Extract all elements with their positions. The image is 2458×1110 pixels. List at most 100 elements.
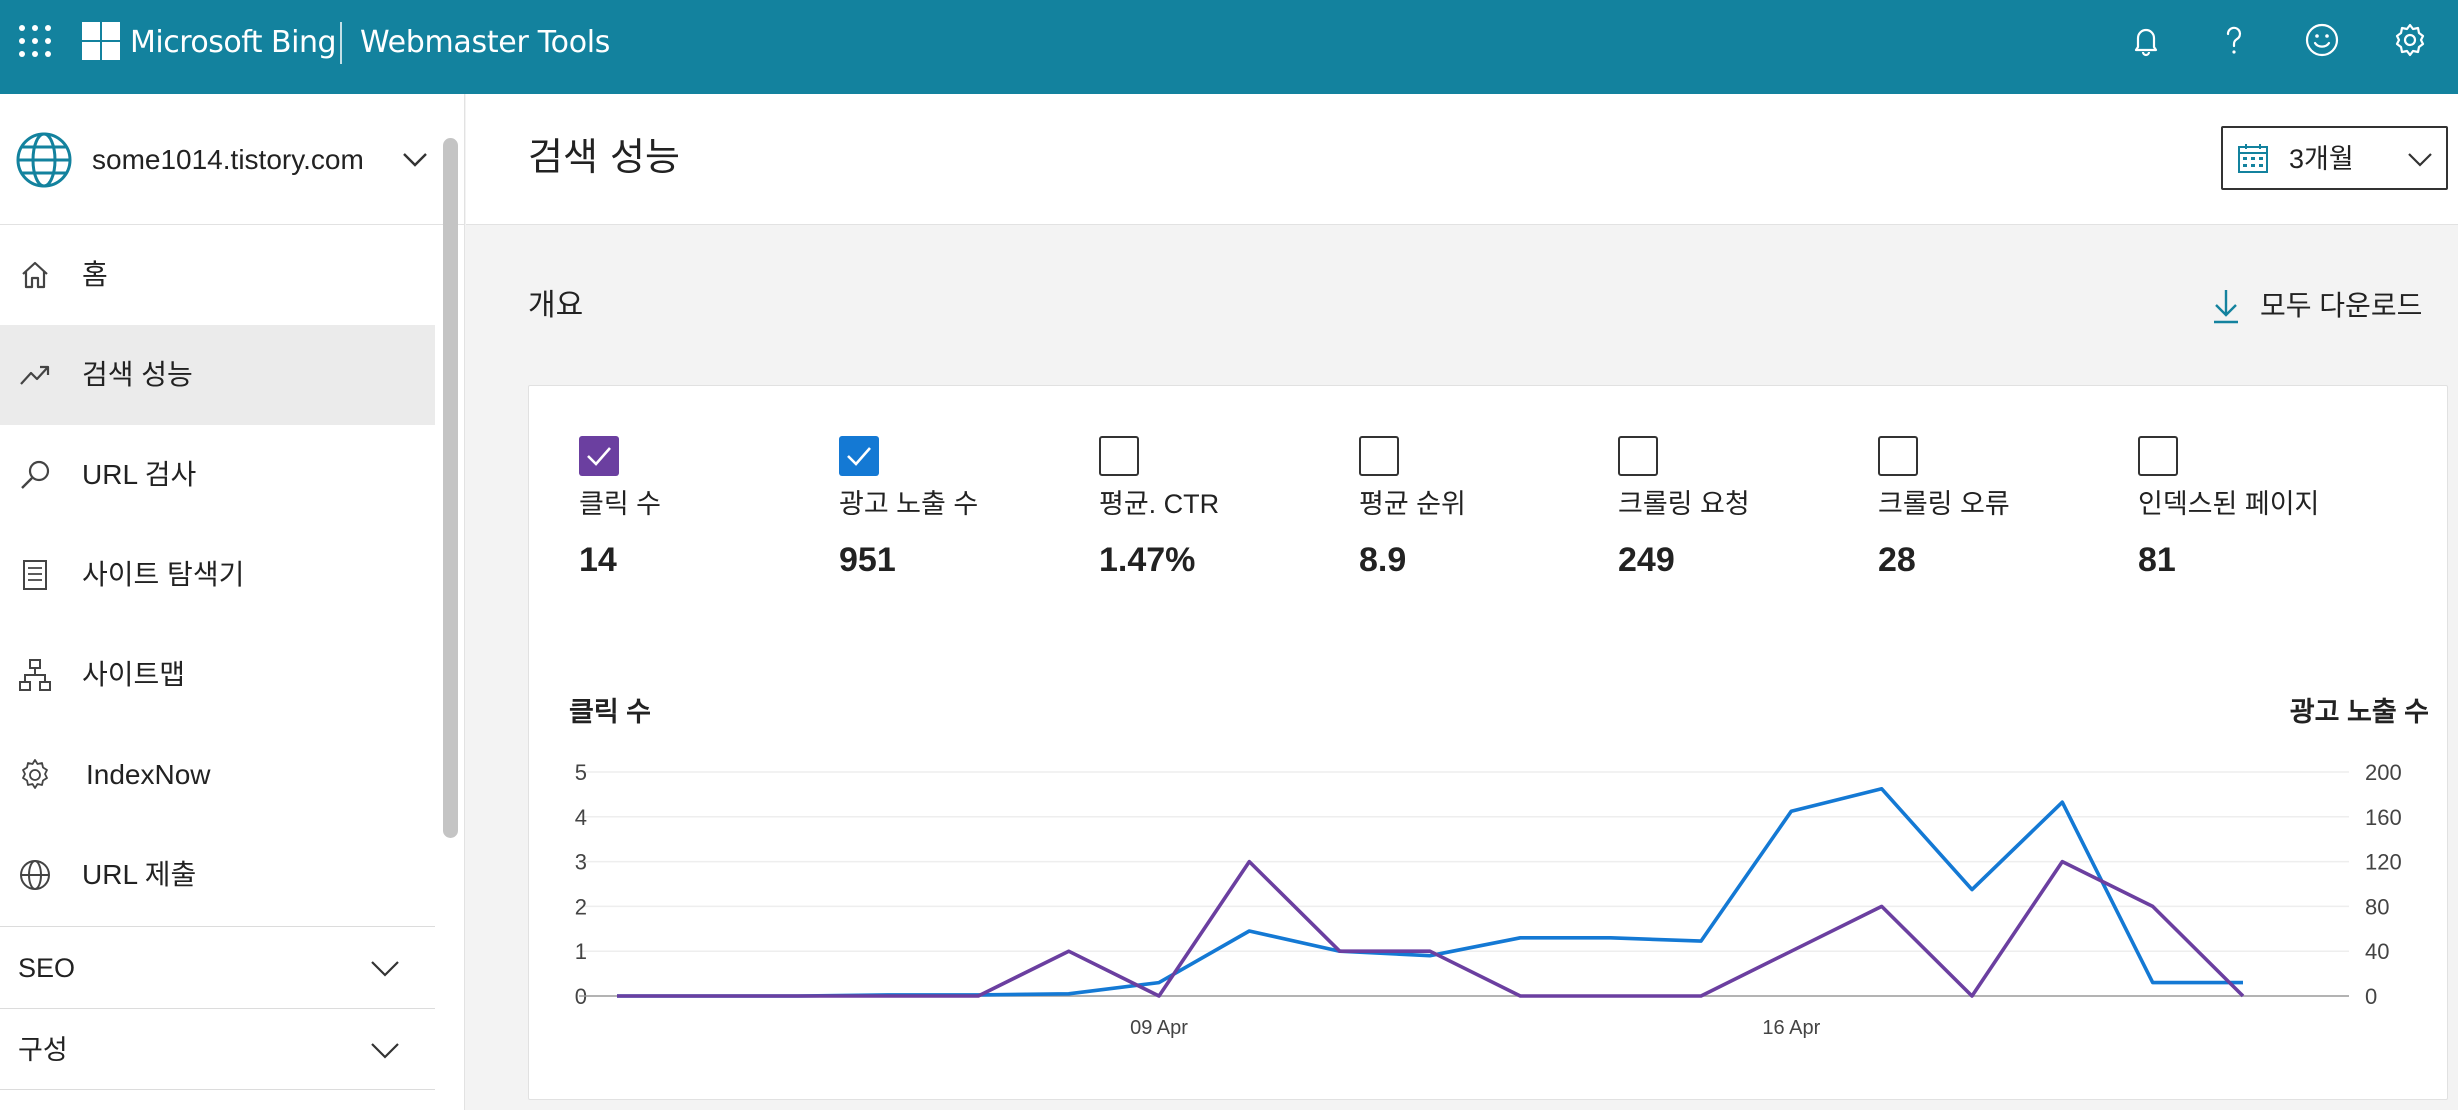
trend-icon bbox=[20, 365, 50, 385]
chart-left-tick-label: 5 bbox=[575, 760, 587, 785]
page-title: 검색 성능 bbox=[528, 135, 680, 179]
top-bar: Microsoft Bing Webmaster Tools bbox=[0, 0, 2458, 94]
sidebar-section-label: SEO bbox=[18, 953, 76, 983]
metric-value: 28 bbox=[1878, 541, 1916, 579]
date-range-dropdown[interactable]: 3개월 bbox=[2221, 126, 2448, 190]
chevron-down-icon bbox=[2408, 153, 2432, 167]
app-launcher-icon[interactable] bbox=[16, 22, 54, 60]
download-all-button[interactable]: 모두 다운로드 bbox=[2210, 284, 2423, 328]
site-picker[interactable]: some1014.tistory.com bbox=[0, 94, 465, 225]
metric-tile[interactable]: 인덱스된 페이지 81 bbox=[2138, 436, 2388, 586]
sidebar-item-label: 홈 bbox=[82, 259, 108, 290]
metric-tile[interactable]: 크롤링 오류 28 bbox=[1878, 436, 2128, 586]
globe-icon bbox=[16, 132, 72, 188]
metric-tile[interactable]: 광고 노출 수 951 bbox=[839, 436, 1089, 586]
metric-value: 8.9 bbox=[1359, 541, 1407, 579]
metric-value: 1.47% bbox=[1099, 541, 1196, 579]
chart-series-line bbox=[617, 786, 2243, 998]
sidebar-item-submit-urls[interactable]: URL 제출 bbox=[0, 825, 435, 925]
sidebar-item-label: URL 제출 bbox=[82, 859, 197, 890]
metric-value: 81 bbox=[2138, 541, 2176, 579]
sidebar-section-seo[interactable]: SEO bbox=[0, 926, 435, 1008]
chart-left-tick-label: 3 bbox=[575, 850, 587, 875]
brand-divider bbox=[340, 22, 342, 64]
checkmark-icon bbox=[587, 447, 611, 466]
metric-checkbox[interactable] bbox=[1099, 436, 1139, 476]
metric-checkbox[interactable] bbox=[1618, 436, 1658, 476]
gear-icon[interactable] bbox=[2390, 20, 2430, 60]
chart-right-tick-label: 160 bbox=[2365, 805, 2402, 830]
sidebar-item-home[interactable]: 홈 bbox=[0, 225, 435, 325]
chart-right-tick-label: 80 bbox=[2365, 894, 2389, 919]
sidebar-item-site-explorer[interactable]: 사이트 탐색기 bbox=[0, 525, 435, 625]
brand-name[interactable]: Microsoft Bing bbox=[130, 24, 337, 62]
sidebar-item-url-inspection[interactable]: URL 검사 bbox=[0, 425, 435, 525]
chart-x-tick-label: 09 Apr bbox=[1130, 1017, 1188, 1039]
sidebar-item-label: 사이트맵 bbox=[82, 659, 186, 690]
bell-icon[interactable] bbox=[2126, 20, 2166, 60]
chart-left-tick-label: 1 bbox=[575, 939, 587, 964]
metric-label: 인덱스된 페이지 bbox=[2138, 489, 2320, 519]
chevron-down-icon[interactable] bbox=[398, 142, 432, 176]
chart-left-tick-label: 4 bbox=[575, 805, 587, 830]
chart-right-tick-label: 120 bbox=[2365, 850, 2402, 875]
sidebar-item-label: 검색 성능 bbox=[82, 359, 193, 390]
feedback-smiley-icon[interactable] bbox=[2302, 20, 2342, 60]
overview-heading: 개요 bbox=[528, 289, 584, 322]
product-name[interactable]: Webmaster Tools bbox=[360, 24, 610, 62]
metric-tile[interactable]: 평균. CTR 1.47% bbox=[1099, 436, 1349, 586]
sidebar-item-search-performance[interactable]: 검색 성능 bbox=[0, 325, 435, 425]
chart-series-line bbox=[617, 859, 2245, 998]
sidebar-nav: 홈 검색 성능 URL 검사 사이트 탐색기 사이트맵 IndexNow URL… bbox=[0, 225, 435, 925]
metric-checkbox[interactable] bbox=[1878, 436, 1918, 476]
metric-value: 951 bbox=[839, 541, 896, 579]
metric-label: 평균 순위 bbox=[1359, 489, 1466, 519]
sidebar-section-label: 구성 bbox=[18, 1035, 68, 1065]
help-icon[interactable] bbox=[2214, 20, 2254, 60]
calendar-icon bbox=[2238, 144, 2268, 173]
sidebar-scrollbar-thumb[interactable] bbox=[443, 138, 458, 838]
metric-tile[interactable]: 평균 순위 8.9 bbox=[1359, 436, 1609, 586]
metric-tile[interactable]: 클릭 수 14 bbox=[579, 436, 829, 586]
chart-right-tick-label: 40 bbox=[2365, 939, 2389, 964]
search-icon bbox=[21, 460, 50, 489]
metric-label: 평균. CTR bbox=[1099, 489, 1220, 519]
performance-line-chart: 0123450408012016020009 Apr 16 Apr bbox=[575, 760, 2402, 1039]
metric-tile[interactable]: 크롤링 요청 249 bbox=[1618, 436, 1868, 586]
download-all-label: 모두 다운로드 bbox=[2260, 290, 2423, 321]
sidebar-item-label: URL 검사 bbox=[82, 459, 197, 490]
home-icon bbox=[22, 261, 48, 289]
sidebar-item-label: 사이트 탐색기 bbox=[82, 559, 245, 590]
metric-value: 14 bbox=[579, 541, 617, 579]
chart-right-axis-title: 광고 노출 수 bbox=[2289, 697, 2429, 727]
metric-label: 광고 노출 수 bbox=[839, 489, 979, 519]
microsoft-logo-icon[interactable] bbox=[82, 22, 120, 60]
metric-checkbox[interactable] bbox=[579, 436, 619, 476]
page-header: 검색 성능 3개월 bbox=[466, 94, 2458, 225]
globe-icon bbox=[20, 860, 50, 890]
chevron-down-icon bbox=[371, 961, 399, 977]
metric-checkbox[interactable] bbox=[839, 436, 879, 476]
sidebar-item-sitemaps[interactable]: 사이트맵 bbox=[0, 625, 435, 725]
chart-left-tick-label: 2 bbox=[575, 894, 587, 919]
chart-left-axis-title: 클릭 수 bbox=[569, 697, 652, 727]
chart-right-tick-label: 200 bbox=[2365, 760, 2402, 785]
metric-checkbox[interactable] bbox=[1359, 436, 1399, 476]
download-icon bbox=[2214, 290, 2238, 324]
sidebar-sections: SEO 구성 bbox=[0, 926, 435, 1090]
document-list-icon bbox=[23, 560, 47, 590]
metric-checkbox[interactable] bbox=[2138, 436, 2178, 476]
metric-value: 249 bbox=[1618, 541, 1675, 579]
performance-card: 클릭 수 14 광고 노출 수 951 평균. CTR 1.47% 평균 순위 8.9 크롤링 … bbox=[528, 385, 2448, 1100]
metric-label: 클릭 수 bbox=[579, 489, 662, 519]
chart-x-tick-label: 16 Apr bbox=[1762, 1017, 1820, 1039]
sidebar: some1014.tistory.com 홈 검색 성능 URL 검사 사이트 … bbox=[0, 94, 465, 1110]
sitemap-icon bbox=[19, 659, 51, 691]
metric-label: 크롤링 요청 bbox=[1618, 489, 1750, 519]
sidebar-section-configuration[interactable]: 구성 bbox=[0, 1008, 435, 1090]
date-range-value: 3개월 bbox=[2289, 144, 2354, 174]
indexnow-gear-icon bbox=[22, 759, 48, 789]
metric-label: 크롤링 오류 bbox=[1878, 489, 2010, 519]
chart-right-tick-label: 0 bbox=[2365, 984, 2377, 1009]
sidebar-item-indexnow[interactable]: IndexNow bbox=[0, 725, 435, 825]
